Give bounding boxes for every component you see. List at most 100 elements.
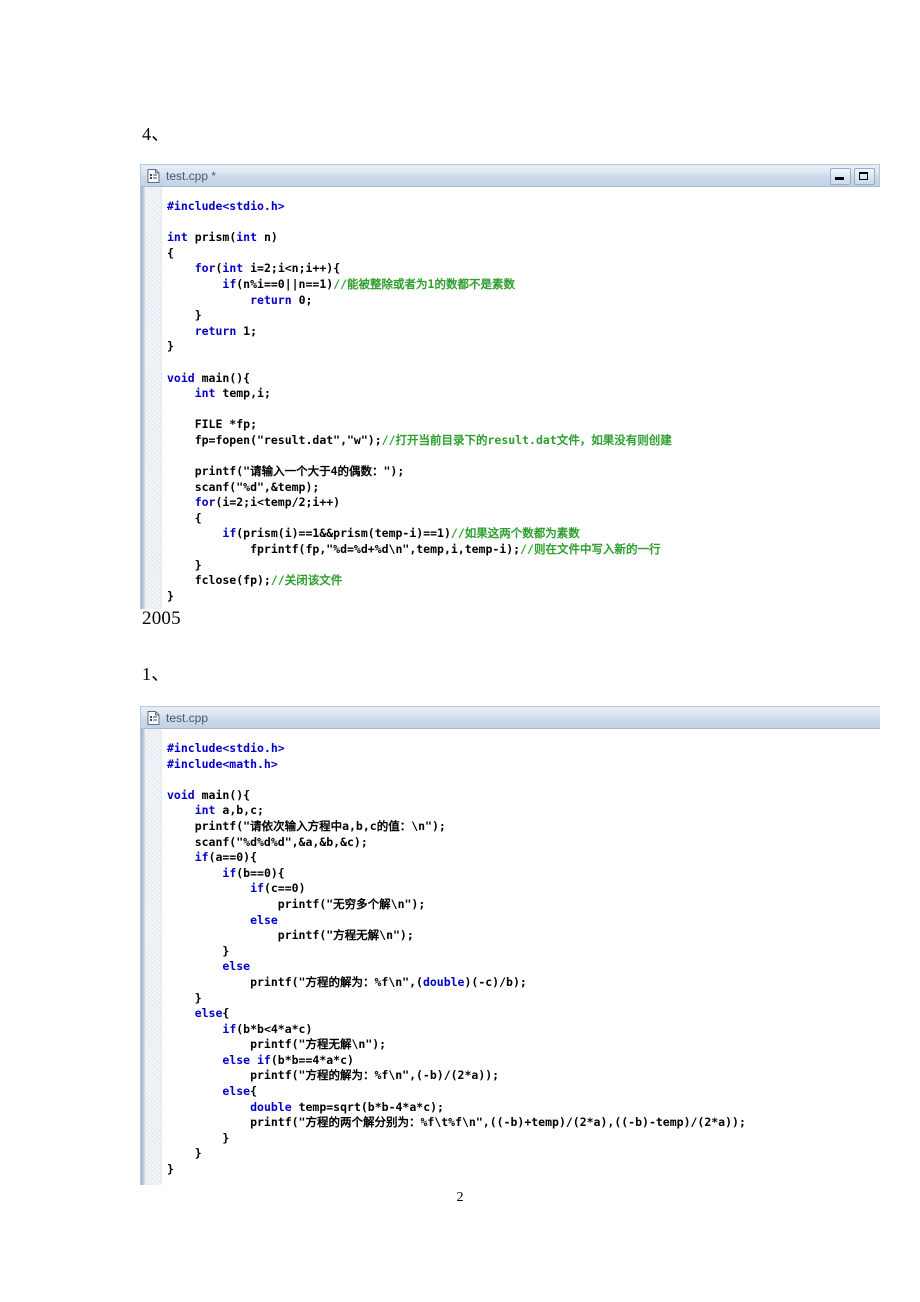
code-token: else [194,1006,223,1021]
code-token: double [422,974,465,989]
code-token: temp=sqrt(b*b-4*a*c); [291,1099,444,1114]
code-token: } [167,339,174,354]
code-line: fp=fopen("result.dat","w");//打开当前目录下的res… [167,433,672,449]
code-line: FILE *fp; [167,417,672,433]
code-token: (prism(i)==1&&prism(temp-i)==1) [236,526,451,541]
code-line: printf("请依次输入方程中a,b,c的值：\n"); [167,819,746,835]
code-token: printf("无穷多个解\n"); [167,896,426,911]
code-line: } [167,944,746,960]
code-token: int [236,230,258,245]
heading-question-1: 1、 [142,664,170,684]
code-token: void [167,787,195,802]
code-line: int prism(int n) [167,230,672,246]
code-token: if [222,276,237,291]
code-editor-area-2[interactable]: #include<stdio.h> #include<math.h> void m… [140,729,880,1185]
code-token: } [167,1130,230,1145]
code-line: printf("方程的解为：%f\n",(double)(-c)/b); [167,975,746,991]
code-token: } [167,1146,202,1161]
code-token: if [222,1021,237,1036]
minimize-icon [835,177,844,180]
code-token: FILE *fp; [167,417,258,432]
code-token: if [250,881,264,896]
code-token: main(){ [194,370,251,385]
code-token: int [194,803,216,818]
editor-margin-strip[interactable] [145,187,161,609]
code-editor-window-1[interactable]: test.cpp * #include<stdio.h> int prism(i… [140,164,880,609]
cpp-file-icon [147,710,160,725]
code-line: scanf("%d%d%d",&a,&b,&c); [167,835,746,851]
window-titlebar[interactable]: test.cpp * [140,164,880,187]
code-token: else [222,1084,251,1099]
code-line: { [167,511,672,527]
code-token: { [167,510,202,525]
code-token: (b==0){ [236,865,285,880]
code-line: else [167,959,746,975]
code-token: else if [222,1052,271,1067]
code-line: return 1; [167,324,672,340]
code-token: fp=fopen("result.dat","w"); [167,432,382,447]
code-line: } [167,991,746,1007]
code-token: printf("方程无解\n"); [167,1037,387,1052]
editor-margin-strip[interactable] [145,729,161,1185]
code-line: if(c==0) [167,881,746,897]
code-line: #include<math.h> [167,757,746,773]
code-token: scanf("%d",&temp); [167,479,320,494]
document-page: 4、 test.cpp * #include<stdio.h> int pris… [0,0,920,1302]
code-token: int [222,261,244,276]
source-code-text-1[interactable]: #include<stdio.h> int prism(int n){ for(… [167,199,672,604]
window-title-label: test.cpp [166,710,209,725]
page-number: 2 [456,1190,464,1205]
code-token: //则在文件中写入新的一行 [520,542,661,557]
source-code-text-2[interactable]: #include<stdio.h> #include<math.h> void m… [167,741,746,1178]
code-line: void main(){ [167,788,746,804]
code-token: for [194,261,216,276]
code-token: 0; [291,292,313,307]
code-token: printf("请输入一个大于4的偶数："); [167,464,405,479]
code-line: printf("方程无解\n"); [167,1037,746,1053]
code-token: double [250,1099,292,1114]
code-line: } [167,1162,746,1178]
code-token: (n%i==0||n==1) [236,276,334,291]
code-token: (a==0){ [208,850,258,865]
code-token: { [222,1006,230,1021]
minimize-button[interactable] [830,168,851,185]
window-titlebar[interactable]: test.cpp [140,706,880,729]
code-line: fclose(fp);//关闭该文件 [167,573,672,589]
code-line: else{ [167,1006,746,1022]
code-line: else{ [167,1084,746,1100]
code-line: return 0; [167,293,672,309]
code-token: #include<math.h> [167,756,278,771]
maximize-icon [859,172,868,180]
code-line: if(b*b<4*a*c) [167,1022,746,1038]
code-token: } [167,308,202,323]
cpp-file-icon [147,168,160,183]
code-token: //打开当前目录下的result.dat文件，如果没有则创建 [381,432,672,447]
code-editor-area-1[interactable]: #include<stdio.h> int prism(int n){ for(… [140,187,880,609]
maximize-button[interactable] [854,168,875,185]
code-token: printf("方程的两个解分别为：%f\t%f\n",((-b)+temp)/… [167,1115,746,1130]
code-line: int a,b,c; [167,803,746,819]
code-token: if [222,526,237,541]
code-token: } [167,588,174,603]
code-line: } [167,558,672,574]
code-token: else [222,959,251,974]
code-token: a,b,c; [215,803,264,818]
code-editor-window-2[interactable]: test.cpp #include<stdio.h> #include<math.… [140,706,880,1185]
window-controls[interactable] [830,168,875,185]
code-line: else [167,913,746,929]
code-line: double temp=sqrt(b*b-4*a*c); [167,1100,746,1116]
code-line: } [167,339,672,355]
heading-question-4: 4、 [142,124,170,144]
code-token: scanf("%d%d%d",&a,&b,&c); [167,834,368,849]
code-line: if(prism(i)==1&&prism(temp-i)==1)//如果这两个… [167,526,672,542]
code-line: { [167,246,672,262]
code-token: (b*b==4*a*c) [270,1052,354,1067]
